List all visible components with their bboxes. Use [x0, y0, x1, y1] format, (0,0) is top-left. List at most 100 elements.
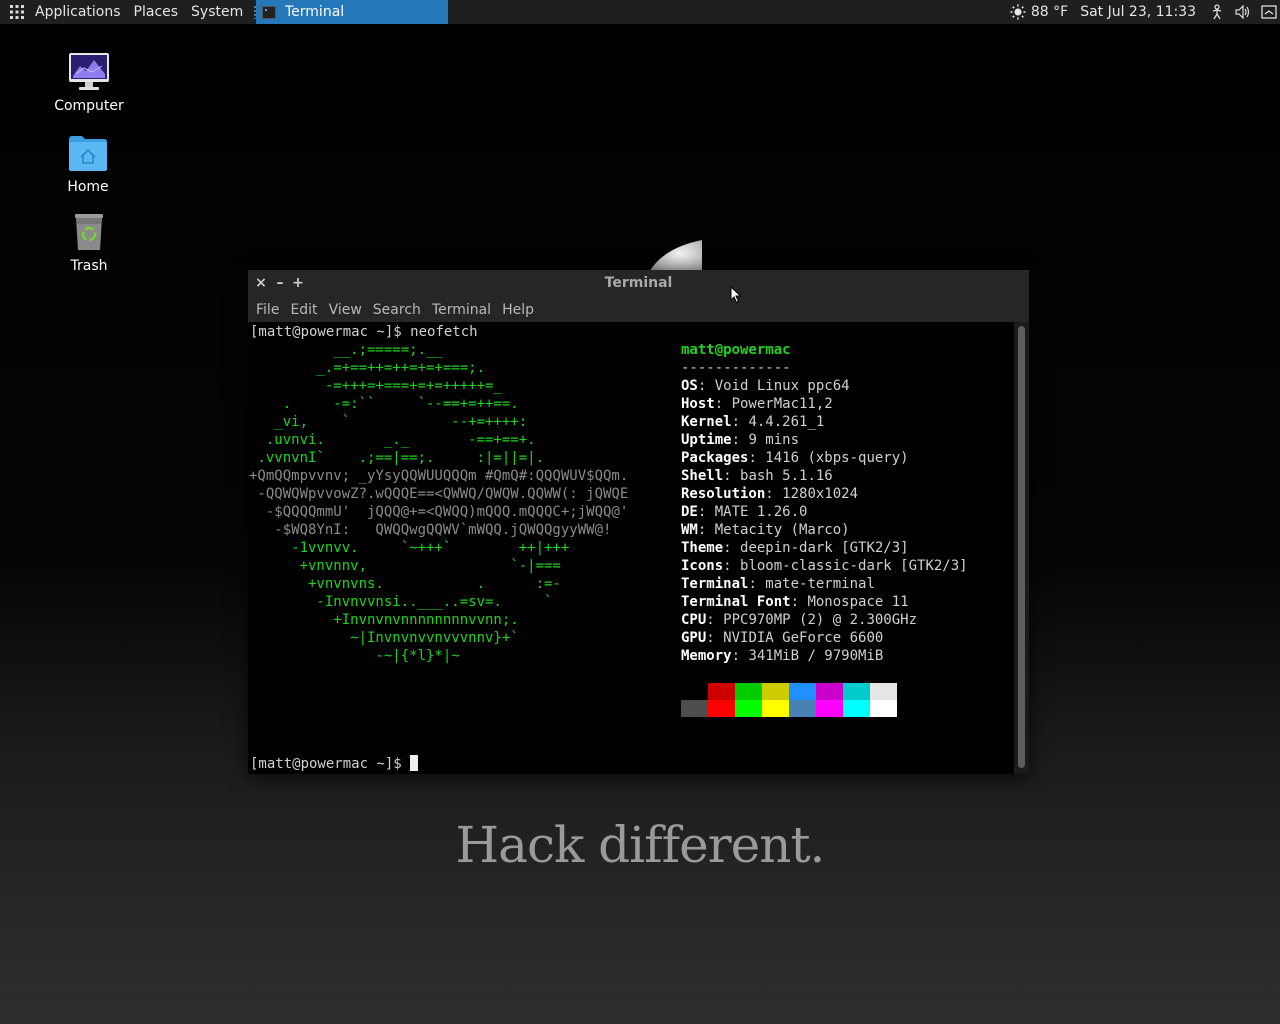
terminal-icon — [262, 5, 276, 19]
info-colon: : — [748, 450, 766, 466]
info-key: GPU — [681, 630, 707, 646]
weather-sun-icon[interactable] — [1009, 3, 1027, 21]
color-swatch — [681, 683, 708, 700]
menu-edit[interactable]: Edit — [286, 302, 324, 318]
color-swatch — [789, 683, 816, 700]
menu-system[interactable]: System — [186, 0, 251, 24]
ascii-line: -=+++=+===+=+=+++++=_ — [249, 378, 502, 394]
info-colon: : — [723, 558, 741, 574]
ascii-line: ~|Invnvnvvnvvvnnv}+` — [249, 630, 519, 646]
info-value: Metacity (Marco) — [714, 522, 850, 538]
color-swatch — [735, 700, 762, 717]
user-host: matt@powermac — [681, 342, 791, 358]
scrollbar-thumb[interactable] — [1018, 326, 1025, 768]
info-line: Kernel: 4.4.261_1 — [681, 413, 824, 431]
color-swatch — [816, 700, 843, 717]
info-line: OS: Void Linux ppc64 — [681, 377, 850, 395]
menu-search[interactable]: Search — [369, 302, 428, 318]
info-colon: : — [731, 414, 749, 430]
info-line: Memory: 341MiB / 9790MiB — [681, 647, 883, 665]
ascii-line: . -=:`` `--==+=++==. — [249, 396, 519, 412]
desktop-icon-home-label: Home — [67, 179, 109, 195]
info-line: GPU: NVIDIA GeForce 6600 — [681, 629, 883, 647]
info-colon: : — [714, 396, 732, 412]
command: neofetch — [410, 324, 478, 340]
info-value: bloom-classic-dark [GTK2/3] — [740, 558, 968, 574]
desktop-icon-trash[interactable]: Trash — [44, 212, 134, 274]
prompt-line[interactable]: [matt@powermac ~]$ — [250, 755, 419, 773]
ascii-line: +vnvnvns. . :=- — [249, 576, 561, 592]
ascii-line: -$QQQQmmU' jQQQ@+=<QWQQ)mQQQ.mQQQC+;jWQQ… — [249, 504, 629, 520]
color-swatch — [843, 700, 870, 717]
menu-applications[interactable]: Applications — [30, 0, 129, 24]
color-swatch — [843, 683, 870, 700]
window-titlebar[interactable]: × – + Terminal — [248, 270, 1029, 297]
info-key: Shell — [681, 468, 724, 484]
info-value: PPC970MP (2) @ 2.300GHz — [723, 612, 918, 628]
power-icon[interactable] — [1260, 3, 1278, 21]
menu-places[interactable]: Places — [129, 0, 187, 24]
desktop-icon-computer-label: Computer — [54, 98, 124, 114]
info-colon: : — [723, 540, 741, 556]
info-value: MATE 1.26.0 — [714, 504, 808, 520]
info-line: Shell: bash 5.1.16 — [681, 467, 833, 485]
menu-help[interactable]: Help — [498, 302, 541, 318]
panel-tray: 88 °F Sat Jul 23, 11:33 — [1005, 0, 1280, 24]
info-line: Uptime: 9 mins — [681, 431, 799, 449]
info-line: CPU: PPC970MP (2) @ 2.300GHz — [681, 611, 917, 629]
terminal-output[interactable]: [matt@powermac ~]$ neofetch __.;=====;._… — [248, 322, 1014, 774]
info-key: CPU — [681, 612, 707, 628]
desktop-icon-computer[interactable]: Computer — [44, 52, 134, 114]
color-swatch — [708, 683, 735, 700]
info-key: DE — [681, 504, 698, 520]
prompt-current: [matt@powermac ~]$ — [250, 756, 402, 772]
top-panel: Applications Places System Terminal 88 °… — [0, 0, 1280, 24]
info-colon: : — [731, 648, 749, 664]
info-key: Icons — [681, 558, 724, 574]
info-key: Theme — [681, 540, 724, 556]
info-key: Terminal Font — [681, 594, 791, 610]
info-colon: : — [697, 378, 715, 394]
trash-icon — [68, 212, 110, 256]
info-colon: : — [723, 468, 741, 484]
info-colon: : — [697, 504, 715, 520]
menu-view[interactable]: View — [325, 302, 369, 318]
ascii-line: _vi, ` --+=++++: — [249, 414, 528, 430]
window-title: Terminal — [604, 275, 673, 291]
info-line: Theme: deepin-dark [GTK2/3] — [681, 539, 909, 557]
info-value: Void Linux ppc64 — [714, 378, 850, 394]
apps-grid-icon[interactable] — [4, 0, 30, 24]
mouse-pointer-icon — [730, 285, 742, 308]
info-colon: : — [731, 432, 749, 448]
desktop-icon-home[interactable]: Home — [43, 133, 133, 195]
ascii-line: _.=+==++=++=+=+===;. — [249, 360, 486, 376]
color-swatch — [789, 700, 816, 717]
info-colon: : — [706, 630, 724, 646]
menu-file[interactable]: File — [252, 302, 286, 318]
panel-clock[interactable]: Sat Jul 23, 11:33 — [1080, 4, 1196, 20]
accessibility-icon[interactable] — [1208, 3, 1226, 21]
menu-terminal[interactable]: Terminal — [428, 302, 498, 318]
info-line: DE: MATE 1.26.0 — [681, 503, 807, 521]
volume-icon[interactable] — [1234, 3, 1252, 21]
text-cursor — [410, 755, 419, 771]
ascii-line: -QQWQWpvvowZ?.wQQQE==<QWWQ/QWQW.QQWW(: j… — [249, 486, 629, 502]
ascii-line: -~|{*l}*|~ — [249, 648, 460, 664]
info-value: PowerMac11,2 — [731, 396, 833, 412]
home-folder-icon — [67, 133, 109, 177]
ascii-line: -$WQ8YnI: QWQQwgQQWV`mWQQ.jQWQQgyyWW@! — [249, 522, 612, 538]
ascii-line: -Invnvvnsi..___..=sv=. ` — [249, 594, 553, 610]
info-value: Monospace 11 — [807, 594, 909, 610]
info-value: 1416 (xbps-query) — [765, 450, 909, 466]
color-swatch — [708, 700, 735, 717]
info-line: Host: PowerMac11,2 — [681, 395, 833, 413]
wallpaper-tagline: Hack different. — [455, 816, 826, 874]
ascii-line: +Invnvnvnnnnnnnnvvnn;. — [249, 612, 519, 628]
weather-temperature[interactable]: 88 °F — [1031, 4, 1068, 20]
info-key: Terminal — [681, 576, 749, 592]
computer-icon — [68, 52, 110, 96]
terminal-scrollbar[interactable] — [1014, 322, 1029, 774]
taskbar-terminal-button[interactable]: Terminal — [256, 0, 448, 24]
info-line: Icons: bloom-classic-dark [GTK2/3] — [681, 557, 968, 575]
color-swatch — [870, 700, 897, 717]
